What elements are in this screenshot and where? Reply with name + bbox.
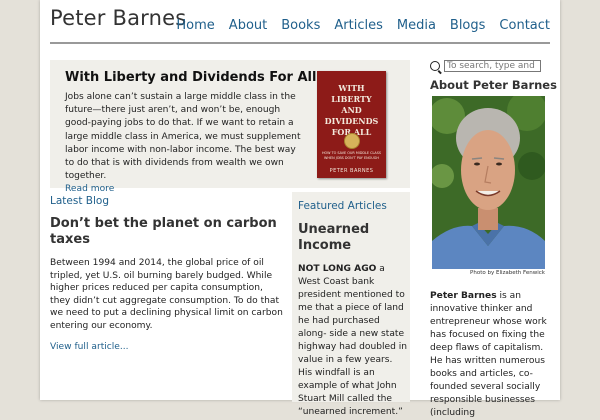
hero-title[interactable]: With Liberty and Dividends For All	[65, 70, 316, 85]
nav-media[interactable]: Media	[397, 18, 436, 33]
book-cover-subtitle: HOW TO SAVE OUR MIDDLE CLASS WHEN JOBS D…	[321, 151, 382, 160]
book-cover-author: PETER BARNES	[329, 168, 374, 174]
book-cover-title: WITH LIBERTY AND DIVIDENDS FOR ALL	[324, 83, 379, 137]
coin-icon	[344, 133, 360, 149]
author-photo	[432, 96, 545, 269]
book-cover-image[interactable]: WITH LIBERTY AND DIVIDENDS FOR ALL HOW T…	[317, 71, 386, 178]
nav-articles[interactable]: Articles	[334, 18, 382, 33]
search-input[interactable]	[444, 60, 541, 72]
hero-feature: With Liberty and Dividends For All Jobs …	[50, 60, 410, 194]
page-container: Peter Barnes Home About Books Articles M…	[40, 0, 560, 418]
view-full-article-link[interactable]: View full article...	[50, 342, 286, 352]
hero-text: Jobs alone can’t sustain a large middle …	[65, 92, 301, 182]
about-heading: About Peter Barnes	[430, 78, 557, 92]
hero-text-block: Jobs alone can’t sustain a large middle …	[65, 91, 305, 197]
site-title[interactable]: Peter Barnes	[50, 6, 186, 30]
featured-article-lead: NOT LONG AGO	[298, 264, 377, 274]
latest-blog-label[interactable]: Latest Blog	[50, 195, 286, 207]
nav-blogs[interactable]: Blogs	[450, 18, 486, 33]
photo-credit: Photo by Elizabeth Fenwick	[470, 270, 545, 276]
featured-article-title[interactable]: Unearned Income	[298, 222, 408, 254]
latest-blog-excerpt: Between 1994 and 2014, the global price …	[50, 258, 283, 331]
featured-article-excerpt: NOT LONG AGO a West Coast bank president…	[298, 263, 408, 419]
latest-blog-section: Latest Blog Don’t bet the planet on carb…	[50, 195, 286, 352]
bio-name: Peter Barnes	[430, 291, 497, 301]
nav-home[interactable]: Home	[176, 18, 214, 33]
latest-blog-title[interactable]: Don’t bet the planet on carbon taxes	[50, 216, 286, 248]
nav-books[interactable]: Books	[281, 18, 320, 33]
featured-articles-section: Featured Articles Unearned Income NOT LO…	[292, 192, 410, 417]
featured-articles-label[interactable]: Featured Articles	[298, 200, 408, 212]
search-icon[interactable]	[430, 61, 440, 71]
author-bio: Peter Barnes is an innovative thinker an…	[430, 290, 548, 420]
featured-article-text: a West Coast bank president mentioned to…	[298, 264, 408, 417]
nav-contact[interactable]: Contact	[499, 18, 550, 33]
nav-about[interactable]: About	[229, 18, 267, 33]
main-nav: Home About Books Articles Media Blogs Co…	[176, 18, 550, 33]
bio-text: is an innovative thinker and entrepreneu…	[430, 291, 547, 418]
header-divider	[50, 42, 550, 44]
